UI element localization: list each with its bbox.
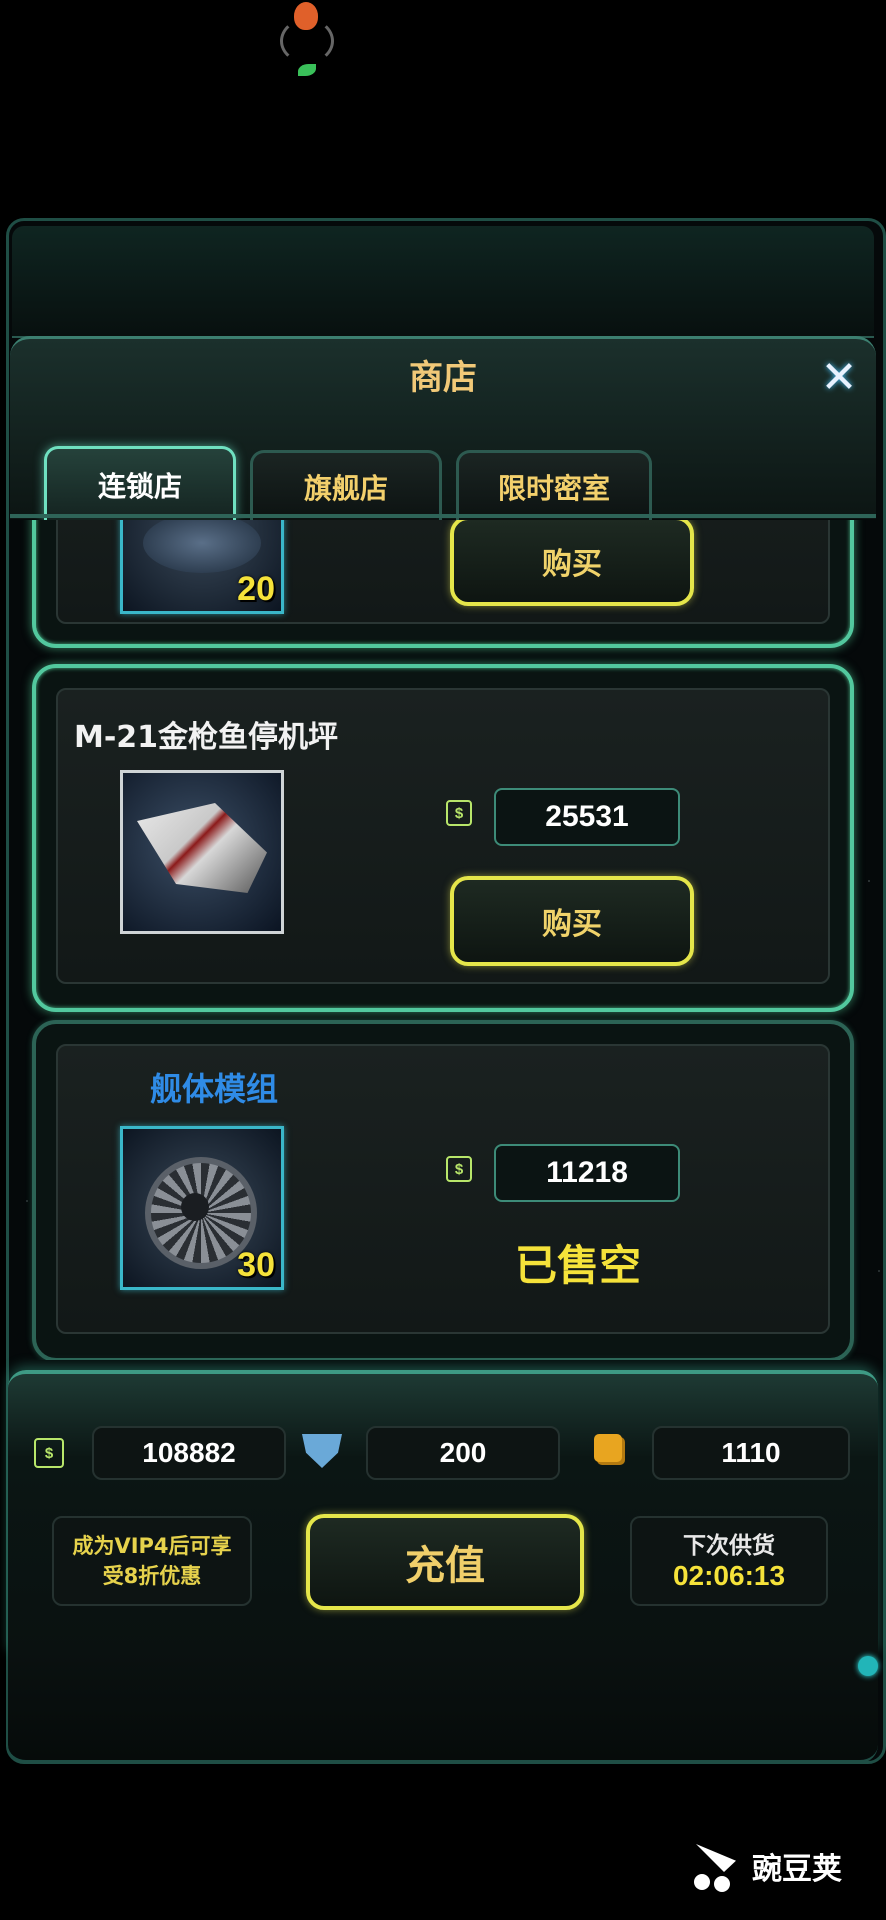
- shop-item-card: 舰体模组 30 $ 11218 已售空: [32, 1020, 854, 1360]
- shop-item-card: 20 购买: [32, 520, 854, 648]
- credit-icon: $: [446, 1156, 472, 1182]
- credit-icon: $: [34, 1438, 64, 1468]
- tab-label: 连锁店: [97, 470, 182, 503]
- scroll-indicator-dot: [858, 1656, 878, 1676]
- gold-display: 1110: [652, 1426, 850, 1480]
- watermark-text: 豌豆荚: [752, 1852, 842, 1887]
- gold-value: 1110: [721, 1437, 781, 1468]
- shield-points-display: 200: [366, 1426, 560, 1480]
- restock-timer: 02:06:13: [672, 1560, 786, 1591]
- tabs-underline: [10, 514, 876, 518]
- watermark: 豌豆荚: [690, 1836, 880, 1896]
- tab-flagship-store[interactable]: 旗舰店: [250, 450, 442, 521]
- recharge-button[interactable]: 充值: [306, 1514, 584, 1610]
- panel-bottom-edge: [8, 1650, 878, 1763]
- ship-icon: [143, 520, 261, 573]
- item-quantity: 20: [237, 570, 275, 608]
- price-value: 25531: [545, 800, 629, 833]
- tab-limited-vault[interactable]: 限时密室: [456, 450, 652, 521]
- item-thumbnail[interactable]: 20: [120, 520, 284, 614]
- sold-out-label: 已售空: [514, 1241, 641, 1290]
- item-price: 25531: [494, 788, 680, 846]
- vip-promo: 成为VIP4后可享 受8折优惠: [52, 1516, 252, 1606]
- item-inner-panel: 20 购买: [56, 520, 830, 624]
- tab-label: 旗舰店: [303, 472, 388, 505]
- ship-icon: [137, 803, 267, 893]
- restock-label: 下次供货: [683, 1533, 775, 1559]
- tab-label: 限时密室: [497, 472, 610, 505]
- item-inner-panel: M-21金枪鱼停机坪 $ 25531 购买: [56, 688, 830, 984]
- item-quantity: 30: [237, 1246, 275, 1284]
- buy-label: 购买: [542, 547, 602, 582]
- item-name: M-21金枪鱼停机坪: [74, 720, 339, 755]
- loading-ring-icon: [280, 18, 334, 64]
- price-value: 11218: [546, 1156, 628, 1189]
- item-list[interactable]: 20 购买 M-21金枪鱼停机坪 $ 25531 购买 舰体模组 30 $ 11…: [14, 520, 872, 1360]
- buy-button[interactable]: 购买: [450, 520, 694, 606]
- close-button[interactable]: ✕: [812, 350, 866, 404]
- item-inner-panel: 舰体模组 30 $ 11218 已售空: [56, 1044, 830, 1334]
- credits-value: 108882: [142, 1437, 236, 1468]
- page-title: 商店: [409, 358, 477, 398]
- buy-button[interactable]: 购买: [450, 876, 694, 966]
- recharge-label: 充值: [405, 1543, 485, 1589]
- shield-points-value: 200: [439, 1437, 487, 1468]
- status-indicator: [276, 0, 336, 90]
- leaf-icon: [298, 64, 316, 76]
- gold-icon: [594, 1434, 622, 1462]
- item-price: 11218: [494, 1144, 680, 1202]
- bottom-bar: [8, 1370, 878, 1654]
- buy-label: 购买: [542, 907, 602, 942]
- item-thumbnail[interactable]: [120, 770, 284, 934]
- item-name: 舰体模组: [150, 1070, 279, 1108]
- restock-timer-panel: 下次供货 02:06:13: [630, 1516, 828, 1606]
- credit-icon: $: [446, 800, 472, 826]
- engine-core-icon: [181, 1193, 209, 1221]
- pea-logo-icon: [690, 1838, 746, 1894]
- panel-top-ledge: [12, 226, 874, 338]
- vip-text-line2: 受8折优惠: [102, 1564, 202, 1588]
- item-thumbnail[interactable]: 30: [120, 1126, 284, 1290]
- shop-item-card: M-21金枪鱼停机坪 $ 25531 购买: [32, 664, 854, 1012]
- vip-text-line1: 成为VIP4后可享: [72, 1534, 232, 1558]
- tab-chain-store[interactable]: 连锁店: [44, 446, 236, 521]
- credits-display: 108882: [92, 1426, 286, 1480]
- close-icon: ✕: [820, 351, 858, 403]
